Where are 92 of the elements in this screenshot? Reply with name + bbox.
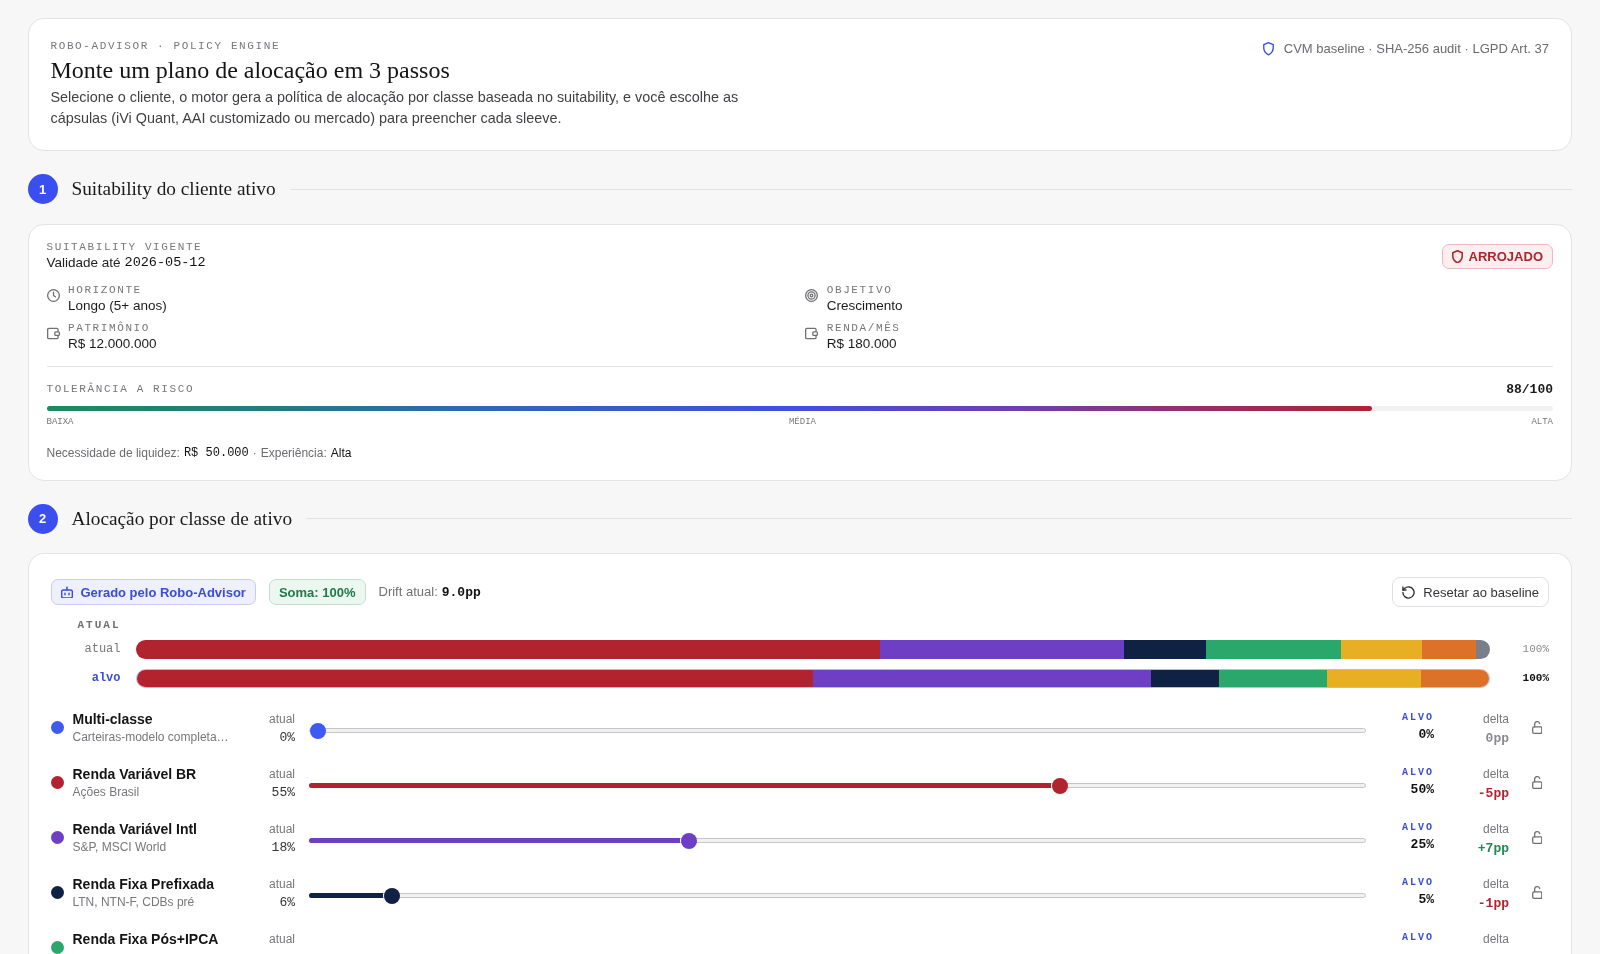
fact-value: Alta	[330, 445, 352, 461]
wallet-icon	[46, 326, 60, 340]
field-value: Crescimento	[826, 297, 903, 314]
delta-label: delta	[1482, 820, 1509, 838]
field-value: R$ 180.000	[826, 335, 898, 352]
class-name: Renda Variável Intl	[72, 819, 198, 839]
current-label: atual	[268, 710, 295, 728]
target-icon	[805, 288, 819, 302]
current-value: 55%	[271, 783, 295, 801]
risk-score: 88/100	[1506, 382, 1553, 396]
target-label: ALVO	[1402, 930, 1434, 945]
padlock-icon[interactable]	[1531, 886, 1542, 899]
field-label: PATRIMÔNIO	[68, 322, 151, 335]
class-description: Ações Brasil	[72, 783, 141, 801]
padlock-icon[interactable]	[1531, 776, 1542, 789]
delta-value: -5pp	[1477, 784, 1509, 802]
current-label: atual	[268, 820, 295, 838]
bar-total: 100%	[1522, 671, 1549, 686]
step-title: Alocação por classe de ativo	[71, 506, 293, 531]
field-value: Longo (5+ anos)	[68, 297, 167, 314]
delta-label: delta	[1482, 765, 1509, 783]
step-number: 2	[27, 503, 58, 534]
slider-thumb[interactable]	[383, 887, 400, 904]
target-value: 50%	[1410, 780, 1434, 798]
class-name: Multi-classe	[72, 709, 154, 729]
compliance-note: CVM baseline · SHA-256 audit · LGPD Art. 37	[1283, 41, 1549, 57]
class-name: Renda Fixa Prefixada	[72, 874, 216, 894]
delta-value: +7pp	[1477, 839, 1509, 857]
risk-label: TOLERÂNCIA A RISCO	[46, 382, 195, 396]
target-label: ALVO	[1402, 875, 1434, 890]
scale-label: MÉDIA	[788, 417, 816, 428]
page-title: Monte um plano de alocação em 3 passos	[50, 56, 451, 84]
step-number: 1	[27, 174, 58, 204]
circular-arrow-icon	[1402, 585, 1416, 599]
card-eyebrow: SUITABILITY VIGENTE	[46, 240, 204, 254]
slider-thumb[interactable]	[1051, 777, 1068, 794]
current-value: 18%	[271, 838, 295, 856]
target-value: 25%	[1410, 835, 1434, 853]
target-label: ALVO	[1402, 765, 1434, 780]
composition-heading: ATUAL	[77, 619, 121, 632]
current-label: atual	[268, 765, 295, 783]
bar-label: atual	[84, 641, 121, 658]
page-description: Selecione o cliente, o motor gera a política de alocação por classe baseada no suitability, e você escolhe as cápsulas (iVi Quant, AAI customizado ou mercado) para preencher cada sleeve.	[50, 88, 740, 128]
padlock-icon[interactable]	[1531, 721, 1542, 734]
eyebrow-text: ROBO-ADVISOR · POLICY ENGINE	[50, 39, 282, 53]
current-value: 6%	[279, 893, 295, 911]
class-description: S&P, MSCI World	[72, 838, 168, 856]
drift-label: Drift atual:	[378, 584, 438, 599]
delta-label: delta	[1482, 930, 1509, 948]
padlock-icon[interactable]	[1531, 831, 1542, 844]
field-label: HORIZONTE	[68, 284, 143, 297]
current-label: atual	[268, 930, 295, 948]
wallet-icon	[805, 326, 819, 340]
target-label: ALVO	[1402, 820, 1434, 835]
class-name: Renda Fixa Pós+IPCA	[72, 929, 220, 949]
bar-label: alvo	[91, 670, 121, 687]
class-description: LTN, NTN-F, CDBs pré	[72, 893, 196, 911]
fact-label: Experiência:	[260, 445, 327, 461]
current-value: 0%	[279, 728, 295, 746]
slider-thumb[interactable]	[310, 722, 326, 739]
source-label: Gerado pelo Robo-Advisor	[80, 584, 246, 600]
validity-date: 2026-05-12	[124, 253, 206, 272]
reset-button[interactable]: Resetar ao baseline	[1392, 577, 1549, 607]
target-value: 0%	[1418, 725, 1434, 743]
validity-label: Validade até	[46, 253, 121, 272]
delta-label: delta	[1482, 710, 1509, 728]
drift-value: 9.0pp	[441, 585, 481, 600]
clock-icon	[46, 288, 60, 302]
step-title: Suitability do cliente ativo	[71, 177, 276, 201]
robot-icon	[60, 585, 73, 599]
field-value: R$ 12.000.000	[68, 335, 157, 352]
bar-total: 100%	[1522, 642, 1549, 657]
fact-label: Necessidade de liquidez:	[46, 445, 180, 461]
delta-label: delta	[1482, 875, 1509, 893]
slider-thumb[interactable]	[680, 832, 697, 849]
shield-icon	[1262, 42, 1274, 56]
profile-label: ARROJADO	[1468, 249, 1543, 264]
shield-icon	[1451, 249, 1463, 264]
delta-value: 0pp	[1485, 729, 1509, 747]
scale-label: BAIXA	[46, 417, 74, 428]
scale-label: ALTA	[1531, 417, 1553, 428]
field-label: RENDA/MÊS	[826, 322, 901, 335]
fact-value: R$ 50.000	[183, 445, 249, 461]
current-label: atual	[268, 875, 295, 893]
target-label: ALVO	[1402, 710, 1434, 725]
class-description: Carteiras-modelo completa…	[72, 728, 230, 746]
delta-value: -1pp	[1477, 894, 1509, 912]
field-label: OBJETIVO	[826, 284, 894, 297]
target-value: 5%	[1418, 890, 1434, 908]
sum-tag: Soma: 100%	[268, 579, 366, 605]
separator-dot: ·	[252, 445, 257, 461]
class-name: Renda Variável BR	[72, 764, 198, 784]
